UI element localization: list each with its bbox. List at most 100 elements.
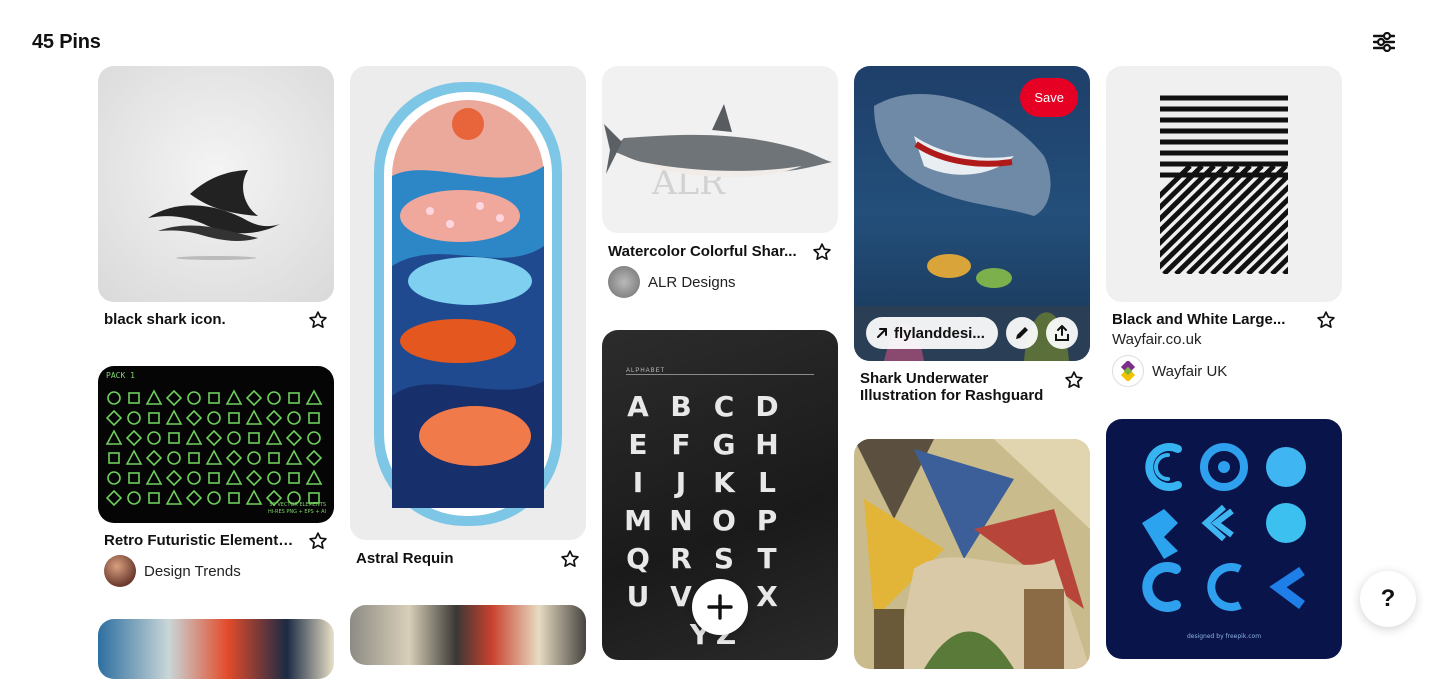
pin-image-logo-set[interactable]: designed by freepik.com [1106, 419, 1342, 659]
shark-fin-logo [148, 170, 280, 260]
star-icon[interactable] [308, 310, 328, 330]
alphabet-letter: H [755, 428, 779, 461]
share-icon [1055, 325, 1069, 341]
retro-shape [228, 492, 240, 504]
retro-shape [288, 472, 300, 484]
source-link-button[interactable]: flylanddesi... [866, 317, 998, 349]
retro-shape [145, 449, 163, 467]
retro-shape [165, 489, 183, 505]
retro-shape [107, 471, 121, 485]
retro-shape [127, 411, 141, 425]
share-button[interactable] [1046, 317, 1078, 349]
retro-shape [307, 431, 321, 445]
pin-creator[interactable]: Wayfair UK [1112, 355, 1227, 387]
save-button[interactable]: Save [1020, 78, 1078, 117]
star-icon[interactable] [560, 549, 580, 569]
alphabet-letter: J [675, 466, 687, 499]
pin-image-watercolor-shark[interactable]: ALR [602, 66, 838, 233]
arrow-up-right-icon [877, 328, 887, 338]
retro-shape [245, 389, 263, 407]
alphabet-letter: I [632, 466, 644, 499]
stripe [1296, 166, 1342, 274]
star-icon[interactable] [1316, 310, 1336, 330]
pin-image-partial[interactable] [98, 619, 334, 679]
retro-shape [128, 472, 140, 484]
retro-shape [268, 452, 280, 464]
retro-shape [267, 391, 281, 405]
alphabet-letter: K [713, 466, 735, 499]
star-icon[interactable] [812, 242, 832, 262]
stripe [1160, 164, 1204, 211]
alphabet-letter: R [670, 542, 692, 575]
retro-shape [265, 409, 283, 427]
retro-pack-label: PACK 1 [106, 371, 135, 380]
retro-shape [225, 449, 243, 467]
retro-shape [148, 492, 160, 504]
create-pin-button[interactable] [692, 579, 748, 635]
filter-button[interactable] [1368, 26, 1400, 58]
pin-title[interactable]: Watercolor Colorful Shar... [608, 243, 798, 260]
cubist-painting [854, 439, 1090, 669]
star-icon[interactable] [308, 531, 328, 551]
alphabet-letter: G [712, 428, 736, 461]
alphabet-letter: F [671, 428, 691, 461]
stripe [1246, 231, 1288, 274]
alphabet-letter: M [624, 504, 652, 537]
pin-image-partial[interactable] [350, 605, 586, 665]
source-link-label: flylanddesi... [894, 324, 985, 342]
retro-shape [165, 469, 183, 487]
pin-domain[interactable]: Wayfair.co.uk [1112, 331, 1201, 348]
star-icon[interactable] [1064, 370, 1084, 390]
pin-image-shark-icon[interactable] [98, 66, 334, 302]
stripe [1308, 166, 1342, 274]
retro-shape [245, 409, 263, 425]
pin-image-retro-elements[interactable]: PACK 1 50 VECTOR ELEMENTS HI-RES PNG + E… [98, 366, 334, 523]
pin-image-cubist-painting[interactable] [854, 439, 1090, 669]
pin-image-shark-underwater[interactable]: Save flylanddesi... [854, 66, 1090, 361]
retro-shape [185, 409, 203, 427]
pin-title[interactable]: Black and White Large... [1112, 311, 1302, 328]
pin-title[interactable]: Retro Futuristic Elements... [104, 532, 294, 549]
retro-shape [248, 432, 260, 444]
retro-shape [207, 491, 221, 505]
retro-shape [265, 429, 283, 445]
pin-title[interactable]: black shark icon. [104, 311, 294, 328]
retro-shape [267, 471, 281, 485]
alphabet-letter: L [758, 466, 776, 499]
avatar [608, 266, 640, 298]
stripe [1332, 166, 1342, 274]
pin-title[interactable]: Astral Requin [356, 550, 546, 567]
retro-shape [287, 411, 301, 425]
alphabet-letter: D [755, 390, 779, 423]
retro-shape [187, 391, 201, 405]
pin-creator[interactable]: Design Trends [104, 555, 241, 587]
retro-shape [205, 449, 223, 465]
alphabet-letter: A [627, 390, 649, 423]
stripe [1320, 166, 1342, 274]
retro-shape [105, 489, 123, 507]
help-button[interactable]: ? [1360, 571, 1416, 627]
retro-shape [145, 389, 163, 405]
edit-button[interactable] [1006, 317, 1038, 349]
creator-name: Design Trends [144, 562, 241, 580]
retro-shape [228, 412, 240, 424]
alphabet-letter: B [670, 390, 692, 423]
pin-image-astral-requin[interactable] [350, 66, 586, 540]
retro-shape [185, 429, 203, 445]
pin-title[interactable]: Shark Underwater Illustration for Rashgu… [860, 370, 1050, 404]
pin-creator[interactable]: ALR Designs [608, 266, 736, 298]
retro-shape [308, 412, 320, 424]
retro-shape [227, 431, 241, 445]
retro-shape [305, 389, 323, 405]
alphabet-rule [626, 374, 814, 375]
alphabet-letter: X [756, 580, 778, 613]
retro-shapes-grid: PACK 1 50 VECTOR ELEMENTS HI-RES PNG + E… [105, 371, 326, 515]
stripe [1282, 266, 1288, 274]
retro-shape [145, 469, 163, 485]
retro-pack-caption-1: 50 VECTOR ELEMENTS [269, 502, 326, 508]
retro-pack-caption-2: HI-RES PNG + EPS + AI [268, 509, 326, 515]
retro-shape [125, 449, 143, 465]
striped-letter-art [1160, 95, 1342, 274]
pin-image-black-white-art[interactable] [1106, 66, 1342, 302]
shark-watercolor: ALR [604, 104, 832, 203]
